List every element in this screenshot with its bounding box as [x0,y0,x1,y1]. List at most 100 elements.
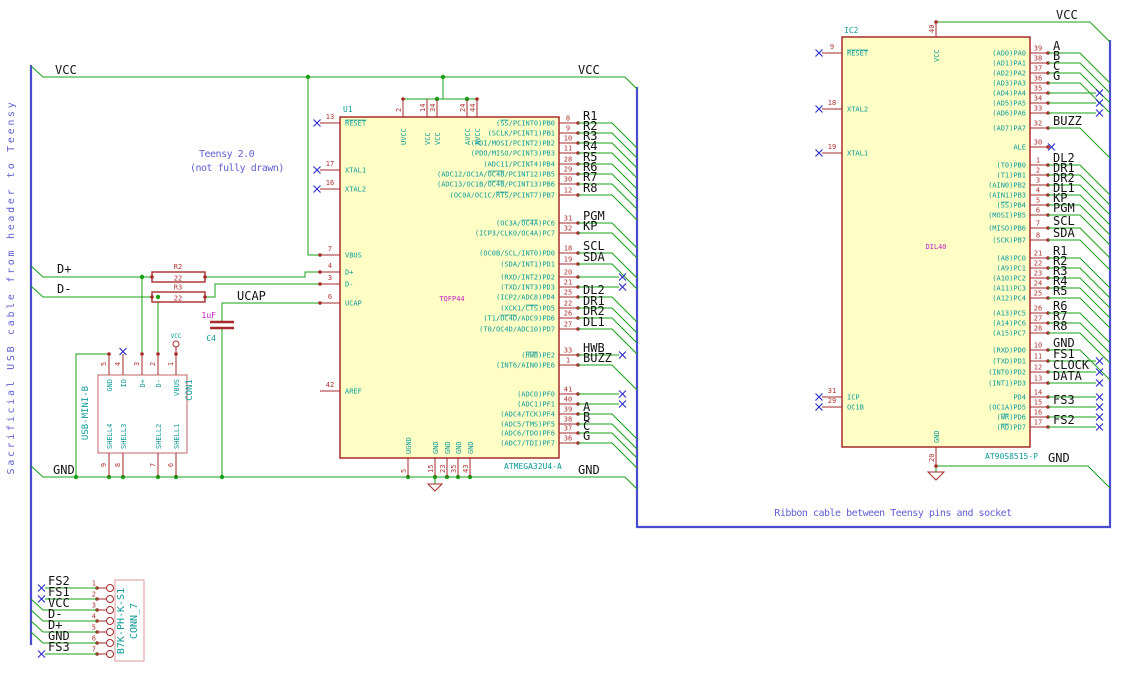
pin-number: 32 [1034,120,1042,128]
ic2-value[interactable]: AT90S8515-P [985,452,1038,461]
pin-name: (OC1A)PD5 [988,404,1026,412]
net-label[interactable]: PGM [1053,201,1075,215]
conn7-ref[interactable]: CONN_7 [129,603,140,639]
pin-number: 3 [92,602,96,610]
r2-value[interactable]: 22 [174,275,182,283]
net-label[interactable]: SDA [583,250,605,264]
net-label[interactable]: SDA [1053,226,1075,240]
pin-name: (A14)PC6 [992,320,1026,328]
net-label[interactable]: DATA [1053,369,1083,383]
pin-number: 11 [1034,353,1042,361]
r2-ref[interactable]: R2 [174,263,182,271]
pin-number: 8 [114,463,122,467]
pin-number: 20 [564,269,572,277]
net-label[interactable]: BUZZ [583,351,612,365]
net-label[interactable]: DL1 [583,315,605,329]
pin-name: (ADC13/OC1B/OC4B/PCINT13)PB6 [437,181,555,189]
pin-name: ID [120,379,128,387]
pin-number: 5 [92,624,96,632]
pin-number: 3 [328,274,332,282]
pin-name: ALE [1013,144,1026,152]
pin-name: GND [455,441,463,454]
net-label[interactable]: KP [583,219,597,233]
pin-name: (AD5)PA5 [992,100,1026,108]
c4-ref[interactable]: C4 [206,334,216,343]
pin-name: UGND [405,437,413,454]
pin-number: 7 [92,646,96,654]
pin-number: 24 [1034,280,1042,288]
net-label[interactable]: FS3 [48,640,70,654]
net-label[interactable]: R8 [583,181,597,195]
net-label[interactable]: BUZZ [1053,114,1082,128]
pin-number: 36 [564,435,572,443]
net-label-vcc-left[interactable]: VCC [55,63,77,77]
pin-name: VCC [434,132,442,145]
pin-number: 43 [462,465,470,473]
pin-number: 33 [1034,105,1042,113]
u1-ref[interactable]: U1 [343,105,353,114]
pin-number: 10 [564,135,572,143]
pin-name: (RXD/INT2)PD2 [500,274,555,282]
pin-name: (A13)PC5 [992,310,1026,318]
ic2-ref[interactable]: IC2 [844,26,859,35]
c4-value[interactable]: 1uF [202,311,217,320]
net-label-dplus[interactable]: D+ [57,262,71,276]
u1-value[interactable]: ATMEGA32U4-A [504,462,562,471]
schematic-canvas: VCC VCC GND GND D+ D- UCAP VCC GND VCC U… [0,0,1131,690]
pin-name: (RXD)PD0 [992,347,1026,355]
net-label-ic2-vcc[interactable]: VCC [1056,8,1078,22]
net-label[interactable]: R5 [1053,284,1067,298]
pin-number: 39 [564,406,572,414]
net-label[interactable]: R8 [1053,319,1067,333]
net-label-gnd-right[interactable]: GND [578,463,600,477]
net-label[interactable]: G [1053,69,1060,83]
net-label-vcc-right[interactable]: VCC [578,63,600,77]
pin-name: (PDO/MISO/PCINT3)PB3 [471,150,555,158]
conn7-value[interactable]: B7K-PH-K-S1 [116,588,127,654]
r3-value[interactable]: 22 [174,295,182,303]
pin-name: (TXD/INT3)PD3 [500,284,555,292]
connector-pin-circle [106,628,114,636]
vbus-wire [307,77,320,256]
net-label[interactable]: G [583,429,590,443]
net-label-ucap[interactable]: UCAP [237,289,266,303]
pin-number: 35 [450,465,458,473]
net-wire[interactable] [1048,82,1111,114]
pin-number: 1 [167,362,175,366]
pin-name: (OC3A/OC4A)PC6 [496,220,555,228]
net-label[interactable]: FS3 [1053,393,1075,407]
pin-name: AVCC [474,128,482,145]
pin-number: 4 [1036,187,1040,195]
pin-number: 22 [1034,260,1042,268]
pin-name: (MOSI)PB5 [988,212,1026,220]
net-wire[interactable] [30,609,97,622]
con1-ref[interactable]: CON1 [185,379,195,401]
pin-number: 9 [100,463,108,467]
net-label-dminus[interactable]: D- [57,282,71,296]
pin-name: (SDA/INT1)PD1 [500,261,555,269]
pin-name: (T1/OC4D/ADC9)PD6 [483,315,555,323]
pin-name: (ADC11/PCINT4)PB4 [483,161,555,169]
con1-value[interactable]: USB-MINI-B [81,386,91,440]
ic2-gnd-wire [936,465,1111,489]
pin-name: (TXD)PD1 [992,358,1026,366]
net-label-gnd-left[interactable]: GND [53,463,75,477]
dplus-wire-left [30,265,152,278]
ribbon-note: Ribbon cable between Teensy pins and soc… [774,508,1012,519]
pin-number: 37 [1034,65,1042,73]
net-wire[interactable] [578,364,638,391]
pin-number: 26 [1034,305,1042,313]
pin-number: 3 [133,362,141,366]
pin-number: 18 [564,245,572,253]
pin-number: 14 [1034,389,1042,397]
teensy-note-line2: (not fully drawn) [190,163,284,174]
pin-name: (AIN0)PB2 [988,182,1026,190]
pin-name: GND [432,441,440,454]
connector-pin-circle [106,650,114,658]
pin-number: 2 [92,591,96,599]
r3-ref[interactable]: R3 [174,284,182,292]
net-label[interactable]: FS2 [1053,413,1075,427]
connector-pin-circle [106,639,114,647]
net-label-ic2-gnd[interactable]: GND [1048,451,1070,465]
pin-name: GND [467,441,475,454]
